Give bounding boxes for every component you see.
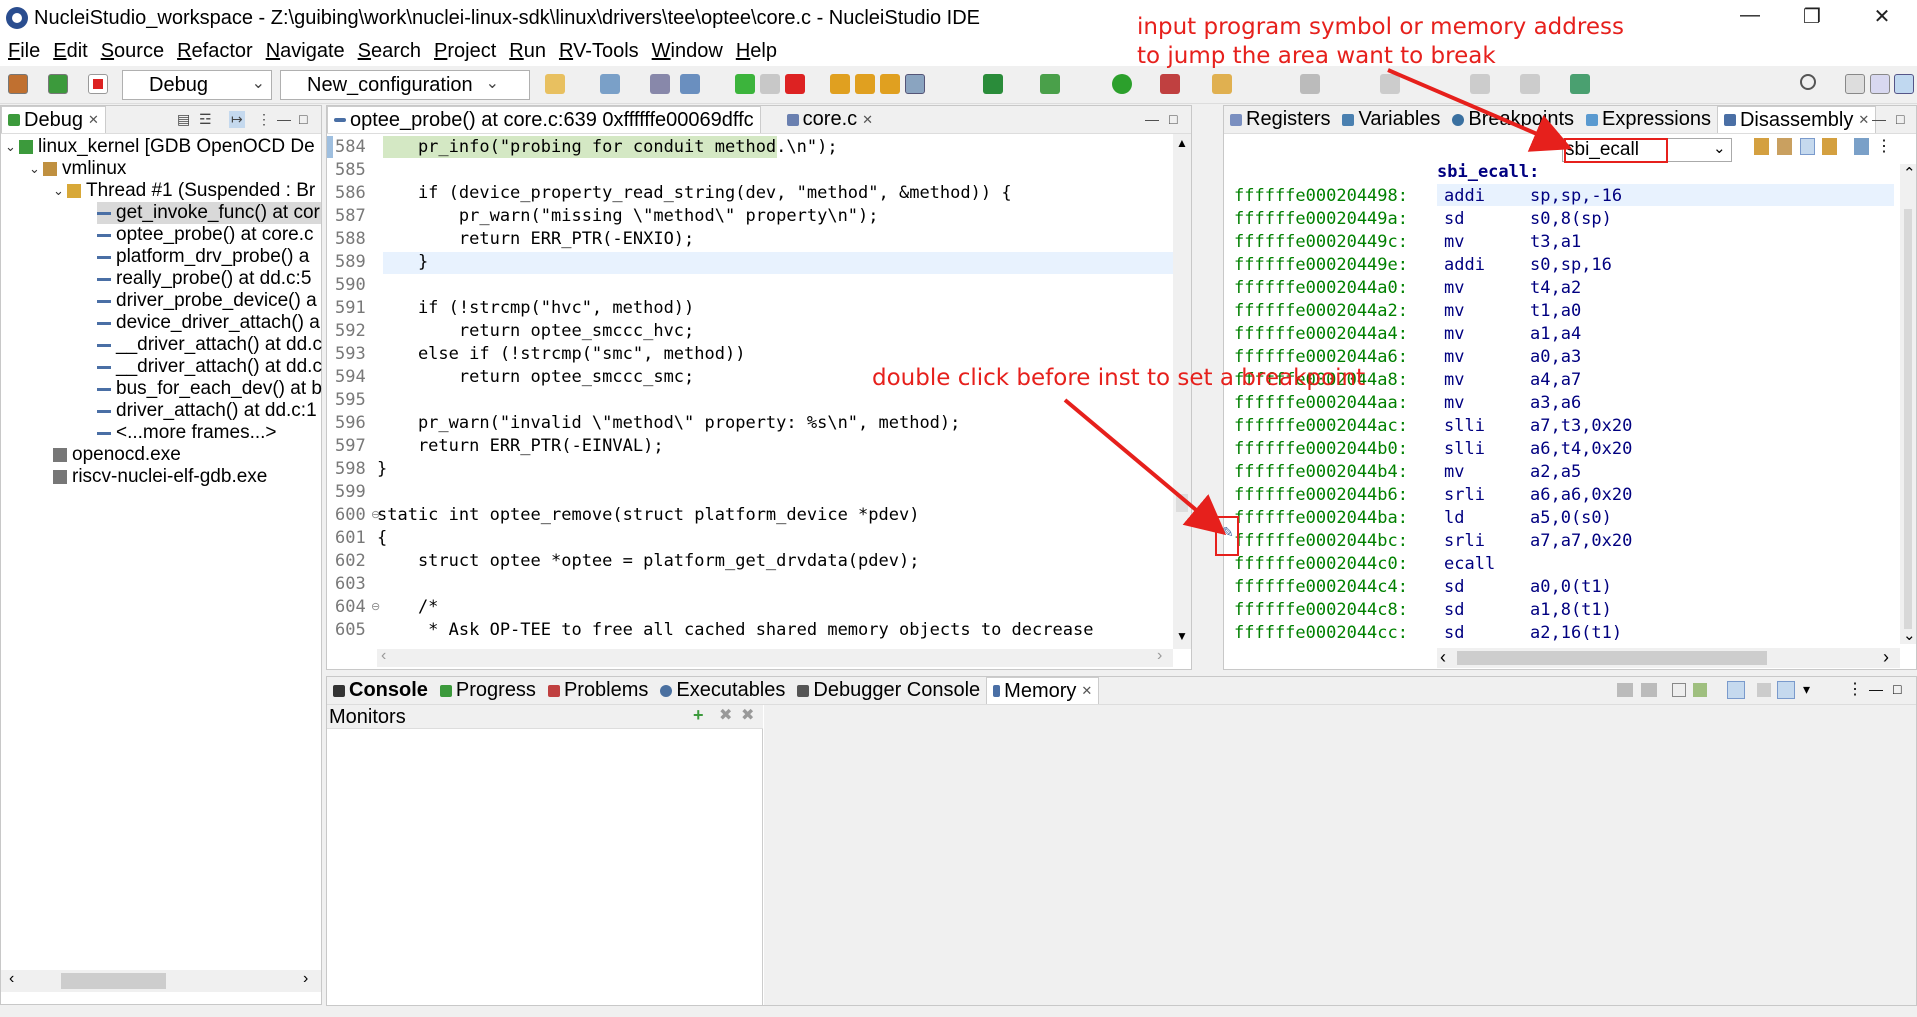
annotation-arrows: [1063, 68, 1573, 536]
arrow-to-breakpoint: [1063, 398, 1227, 536]
arrow-to-goto-input: [1387, 68, 1573, 152]
status-bar: [0, 1006, 1917, 1017]
